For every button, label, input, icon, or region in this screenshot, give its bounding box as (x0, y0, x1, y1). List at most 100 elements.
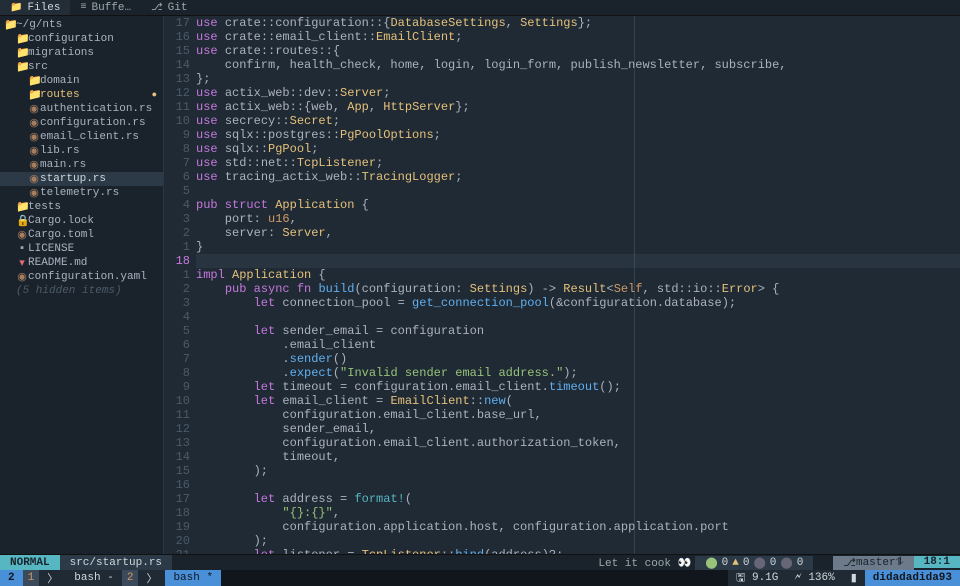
code-line[interactable]: use secrecy::Secret; (196, 114, 960, 128)
code-line[interactable]: pub async fn build(configuration: Settin… (196, 282, 960, 296)
code-line[interactable]: "{}:{}", (196, 506, 960, 520)
code-line[interactable]: configuration.email_client.base_url, (196, 408, 960, 422)
code-line[interactable]: configuration.email_client.authorization… (196, 436, 960, 450)
tree-item-startup-rs[interactable]: ◉startup.rs (0, 172, 163, 186)
code-line[interactable]: use sqlx::PgPool; (196, 142, 960, 156)
chevron-right-icon: 〉 (39, 570, 66, 586)
editor[interactable]: 1716151413121110987654321181234567891011… (164, 16, 960, 554)
code-area[interactable]: use crate::configuration::{DatabaseSetti… (196, 16, 960, 554)
code-line[interactable]: use std::net::TcpListener; (196, 156, 960, 170)
tmux-window-number[interactable]: 2 (122, 570, 139, 586)
file-icon: ◉ (16, 270, 28, 284)
tmux-battery-bar: ▮ (843, 570, 865, 586)
modified-icon: ● (152, 90, 157, 100)
tree-item-domain[interactable]: 📁domain (0, 74, 163, 88)
folder-icon: 📁 (16, 200, 28, 214)
code-line[interactable] (196, 184, 960, 198)
folder-icon: 📁 (16, 60, 28, 74)
code-line[interactable]: use sqlx::postgres::PgPoolOptions; (196, 128, 960, 142)
tree-item-main-rs[interactable]: ◉main.rs (0, 158, 163, 172)
branch-icon: ⎇ (843, 556, 856, 570)
code-line[interactable]: let email_client = EmailClient::new( (196, 394, 960, 408)
tab-icon: ≡ (80, 2, 86, 13)
code-line[interactable]: let timeout = configuration.email_client… (196, 380, 960, 394)
tree-root-label: ~/g/nts (16, 19, 62, 31)
tree-item-README-md[interactable]: ▾README.md (0, 256, 163, 270)
tree-item-migrations[interactable]: 📁migrations (0, 46, 163, 60)
tab-buffe[interactable]: ≡Buffe… (70, 0, 141, 15)
status-file: src/startup.rs (60, 555, 172, 570)
tmux-window[interactable]: bash * (165, 570, 221, 586)
tree-item-Cargo-lock[interactable]: 🔒Cargo.lock (0, 214, 163, 228)
tree-item-telemetry-rs[interactable]: ◉telemetry.rs (0, 186, 163, 200)
tree-item-routes[interactable]: 📁routes● (0, 88, 163, 102)
code-line[interactable]: use crate::email_client::EmailClient; (196, 30, 960, 44)
code-line[interactable]: .sender() (196, 352, 960, 366)
code-line[interactable]: use actix_web::{web, App, HttpServer}; (196, 100, 960, 114)
tab-icon: ⎇ (151, 2, 163, 14)
file-icon: ◉ (28, 186, 40, 200)
code-line[interactable]: use crate::configuration::{DatabaseSetti… (196, 16, 960, 30)
tmux-battery: 🗲 136% (786, 570, 842, 586)
tree-item-configuration-rs[interactable]: ◉configuration.rs (0, 116, 163, 130)
code-line[interactable]: let listener = TcpListener::bind(address… (196, 548, 960, 554)
tree-item-email_client-rs[interactable]: ◉email_client.rs (0, 130, 163, 144)
folder-icon: 📁 (4, 18, 16, 32)
file-icon: 🔒 (16, 214, 28, 228)
code-line[interactable]: use crate::routes::{ (196, 44, 960, 58)
file-icon: ◉ (28, 172, 40, 186)
code-line[interactable]: use tracing_actix_web::TracingLogger; (196, 170, 960, 184)
code-line[interactable] (196, 310, 960, 324)
tree-root[interactable]: 📁 ~/g/nts (0, 18, 163, 32)
chevron-right-icon: 〉 (138, 570, 165, 586)
code-line[interactable]: } (196, 240, 960, 254)
code-line[interactable]: server: Server, (196, 226, 960, 240)
tree-item-authentication-rs[interactable]: ◉authentication.rs (0, 102, 163, 116)
code-line[interactable] (196, 254, 960, 268)
tmux-session[interactable]: 2 (0, 570, 23, 586)
code-line[interactable]: timeout, (196, 450, 960, 464)
tab-git[interactable]: ⎇Git (141, 0, 197, 15)
status-message: Let it cook 👀 (598, 556, 691, 570)
tree-item-LICENSE[interactable]: ▪LICENSE (0, 242, 163, 256)
tmux-window-number[interactable]: 1 (23, 570, 40, 586)
file-icon: ▾ (16, 256, 28, 270)
tree-hidden-count: (5 hidden items) (0, 284, 163, 298)
file-tree[interactable]: 📁 ~/g/nts 📁configuration📁migrations📁src📁… (0, 16, 164, 554)
folder-icon: 📁 (28, 88, 40, 102)
tree-item-src[interactable]: 📁src (0, 60, 163, 74)
file-icon: ◉ (28, 116, 40, 130)
status-cursor-pos: 18:1 (914, 556, 960, 568)
line-number-gutter: 1716151413121110987654321181234567891011… (164, 16, 196, 554)
code-line[interactable]: use actix_web::dev::Server; (196, 86, 960, 100)
folder-icon: 📁 (16, 32, 28, 46)
tmux-user: didadadida93 (865, 570, 960, 586)
code-line[interactable]: impl Application { (196, 268, 960, 282)
code-line[interactable]: sender_email, (196, 422, 960, 436)
code-line[interactable]: .email_client (196, 338, 960, 352)
code-line[interactable]: configuration.application.host, configur… (196, 520, 960, 534)
tree-item-tests[interactable]: 📁tests (0, 200, 163, 214)
code-line[interactable] (196, 478, 960, 492)
tree-item-Cargo-toml[interactable]: ◉Cargo.toml (0, 228, 163, 242)
status-mode: NORMAL (0, 555, 60, 570)
code-line[interactable]: }; (196, 72, 960, 86)
code-line[interactable]: let address = format!( (196, 492, 960, 506)
file-icon: ▪ (16, 243, 28, 255)
code-line[interactable]: port: u16, (196, 212, 960, 226)
tab-icon: 📁 (10, 2, 22, 14)
status-git-branch: ⎇ master ⥮ (833, 556, 913, 570)
code-line[interactable]: .expect("Invalid sender email address.")… (196, 366, 960, 380)
tree-item-configuration[interactable]: 📁configuration (0, 32, 163, 46)
code-line[interactable]: confirm, health_check, home, login, logi… (196, 58, 960, 72)
code-line[interactable]: let sender_email = configuration (196, 324, 960, 338)
tab-files[interactable]: 📁Files (0, 0, 70, 15)
code-line[interactable]: pub struct Application { (196, 198, 960, 212)
code-line[interactable]: ); (196, 534, 960, 548)
tree-item-configuration-yaml[interactable]: ◉configuration.yaml (0, 270, 163, 284)
code-line[interactable]: ); (196, 464, 960, 478)
cursor-column-guide (634, 16, 635, 554)
tmux-window[interactable]: bash - (66, 570, 122, 586)
tree-item-lib-rs[interactable]: ◉lib.rs (0, 144, 163, 158)
code-line[interactable]: let connection_pool = get_connection_poo… (196, 296, 960, 310)
